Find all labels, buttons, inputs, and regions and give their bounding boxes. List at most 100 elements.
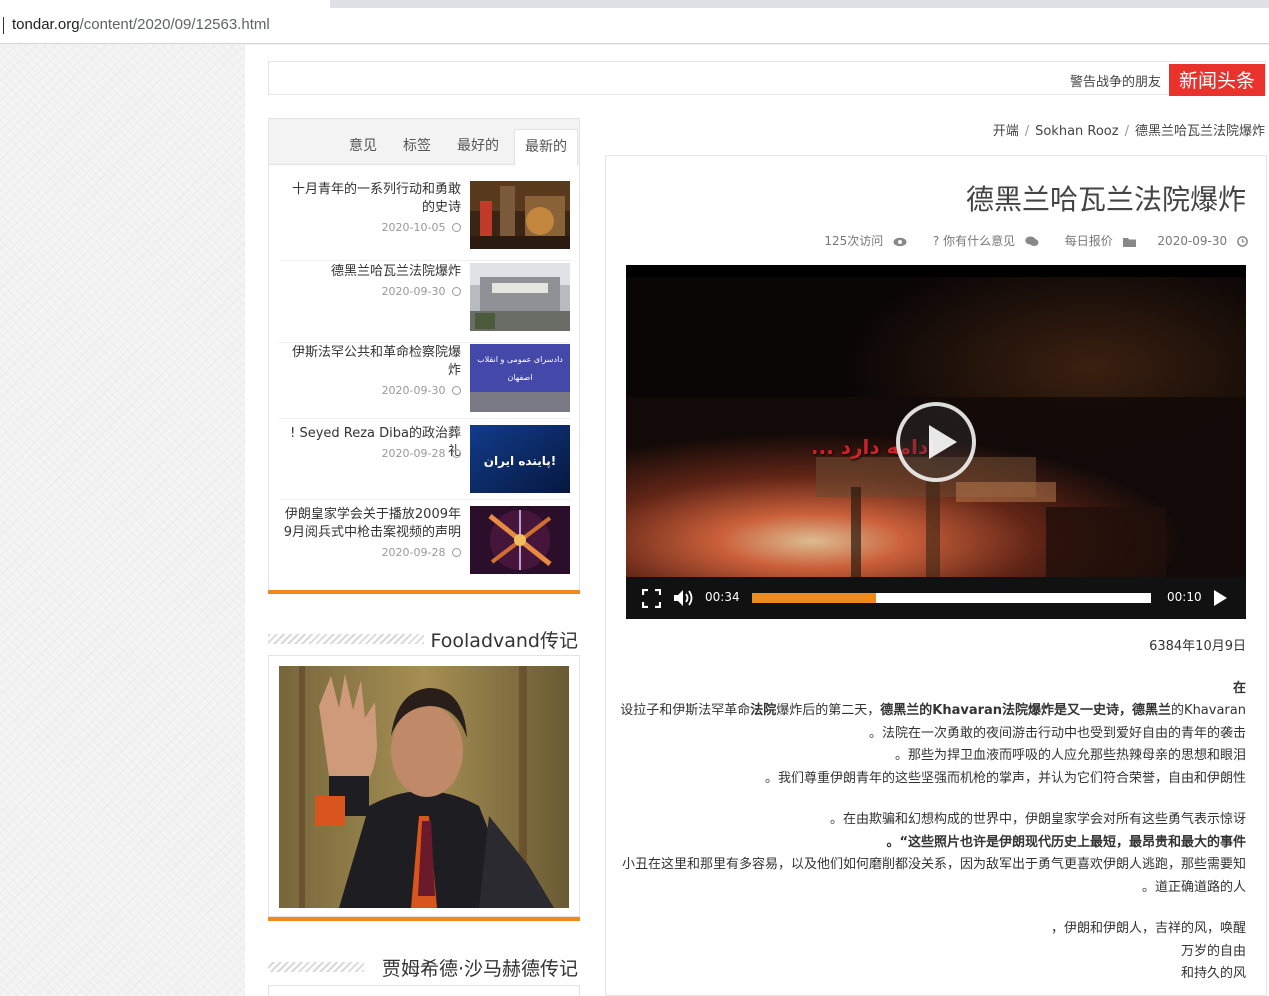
article-date-line: 6384年10月9日 <box>1149 639 1246 654</box>
line6-bold: 这些照片也许是伊朗现代历史上最短，最昂贵和最大的事件“。 <box>886 834 1246 850</box>
news-ticker: 警告战争的朋友 新闻头条 <box>268 61 1266 96</box>
seek-bar[interactable] <box>752 593 1151 603</box>
breadcrumb-home[interactable]: 开端 <box>993 124 1019 139</box>
meta-views: 125次访问 <box>824 234 907 248</box>
breadcrumb-current: 德黑兰哈瓦兰法院爆炸 <box>1134 124 1265 139</box>
list-item[interactable]: 德黑兰哈瓦兰法院爆炸 2020-09-30 <box>279 263 571 343</box>
meta-category[interactable]: 每日报价 <box>1065 234 1136 248</box>
article-line-6: 这些照片也许是伊朗现代历史上最短，最昂贵和最大的事件“。 <box>616 832 1246 855</box>
post-title[interactable]: 伊斯法罕公共和革命检察院爆炸 <box>281 344 461 380</box>
browser-active-tab[interactable] <box>0 0 330 8</box>
fullscreen-icon[interactable] <box>642 589 661 608</box>
p1-part2: 法院 <box>750 703 777 718</box>
sidebar-tabs-widget: 意见 标签 最好的 最新的 十月青年的一系列行动和勇敢的史诗 2020-10-0… <box>268 118 580 594</box>
ticker-item[interactable]: 警告战争的朋友 <box>1070 71 1161 90</box>
post-date-text: 2020-09-30 <box>381 285 446 298</box>
post-date: 2020-09-30 <box>382 285 461 298</box>
post-date-text: 2020-09-28 <box>381 546 446 559</box>
clock-icon <box>1237 236 1248 247</box>
post-date: 2020-09-28 <box>382 546 461 559</box>
article-title: 德黑兰哈瓦兰法院爆炸 <box>965 183 1246 216</box>
post-date: 2020-09-28 <box>382 447 461 460</box>
seek-progress <box>752 593 876 603</box>
thumb-sign-text: دادسرای عمومی و انقلاب <box>477 355 563 364</box>
thumb-sign-text-2: اصفهان <box>507 373 532 382</box>
volume-icon[interactable] <box>673 588 695 608</box>
p1-part3: 爆炸后的第二天， <box>776 703 881 718</box>
article-line-10: 和持久的风 <box>1180 966 1246 981</box>
breadcrumb: 开端 / Sokhan Rooz / 德黑兰哈瓦兰法院爆炸 <box>992 124 1265 139</box>
video-player[interactable]: ادامه دارد ... 00:34 00:10 <box>626 265 1246 619</box>
section-title[interactable]: 贾姆希德·沙马赫德传记 <box>382 954 578 981</box>
post-date-text: 2020-10-05 <box>381 221 446 234</box>
article: 德黑兰哈瓦兰法院爆炸 125次访问 ? 你有什么意见 每日报价 2020-09-… <box>605 155 1267 996</box>
list-item[interactable]: پاینده ایران! ! Seyed Reza Diba的政治葬礼 202… <box>279 425 571 500</box>
heading-stripes <box>268 634 424 644</box>
article-line-9: 万岁的自由 <box>1180 943 1246 959</box>
widget-accent-bar <box>268 590 580 594</box>
post-date-text: 2020-09-30 <box>381 384 446 397</box>
post-title[interactable]: 德黑兰哈瓦兰法院爆炸 <box>281 263 461 281</box>
thumb-title-text: پاینده ایران! <box>484 454 557 468</box>
url-text[interactable]: tondar.org/content/2020/09/12563.html <box>12 16 270 33</box>
tab-comments[interactable]: 意见 <box>339 131 387 164</box>
url-path: /content/2020/09/12563.html <box>79 16 270 33</box>
widget-accent-bar-2 <box>268 917 580 921</box>
lead-word: 在 <box>1232 680 1246 696</box>
folder-icon <box>1122 237 1136 247</box>
article-meta: 125次访问 ? 你有什么意见 每日报价 2020-09-30 <box>802 232 1248 249</box>
meta-date: 2020-09-30 <box>1157 234 1248 248</box>
page-background <box>0 45 245 996</box>
clock-icon <box>452 223 461 232</box>
url-host: tondar.org <box>12 16 80 33</box>
comments-icon <box>1025 236 1039 246</box>
post-thumbnail[interactable]: دادسرای عمومی و انقلاب اصفهان <box>470 344 570 412</box>
article-line-7: 小丑在这里和那里有多容易，以及他们如何磨削都没关系，因为敌军出于勇气更喜欢伊朗人… <box>621 857 1246 895</box>
article-paragraph-1: 设拉子和伊斯法罕革命法院爆炸后的第二天，德黑兰的Khavaran法院爆炸是又一史… <box>616 700 1246 745</box>
section-heading-fooladvand: Fooladvand传记 <box>268 626 580 652</box>
post-thumbnail[interactable] <box>470 263 570 331</box>
post-date: 2020-10-05 <box>382 221 461 234</box>
current-time: 00:34 <box>705 590 740 604</box>
post-date: 2020-09-30 <box>382 384 461 397</box>
tab-latest[interactable]: 最新的 <box>514 129 578 166</box>
meta-views-text: 125次访问 <box>824 234 884 248</box>
article-body: 6384年10月9日 在 设拉子和伊斯法罕革命法院爆炸后的第二天，德黑兰的Kha… <box>616 636 1246 986</box>
play-overlay-button[interactable] <box>896 402 976 482</box>
post-thumbnail[interactable]: پاینده ایران! <box>470 425 570 493</box>
text-caret <box>3 17 4 34</box>
list-item[interactable]: 十月青年的一系列行动和勇敢的史诗 2020-10-05 <box>279 181 571 261</box>
biography-card-2 <box>268 985 580 996</box>
clock-icon <box>452 449 461 458</box>
article-lead: 在 <box>616 678 1246 701</box>
post-date-text: 2020-09-28 <box>381 447 446 460</box>
article-line-3: 那些为捍卫血液而呼吸的人应允那些热辣母亲的思想和眼泪。 <box>894 748 1246 763</box>
p1-part1: 设拉子和伊斯法罕革命 <box>620 703 751 718</box>
clock-icon <box>452 548 461 557</box>
ticker-badge: 新闻头条 <box>1169 64 1265 96</box>
article-line-8: 伊朗和伊朗人，吉祥的风，唤醒， <box>1050 921 1246 936</box>
post-title[interactable]: 伊朗皇家学会关于播放2009年9月阅兵式中枪击案视频的声明 <box>281 506 461 542</box>
tabs-header: 意见 标签 最好的 最新的 <box>269 119 579 166</box>
article-line-4: 我们尊重伊朗青年的这些坚强而机枪的掌声，并认为它们符合荣誉，自由和伊朗性。 <box>764 770 1246 786</box>
meta-comments[interactable]: ? 你有什么意见 <box>933 234 1039 248</box>
tab-popular[interactable]: 最好的 <box>447 131 509 164</box>
list-item[interactable]: دادسرای عمومی و انقلاب اصفهان 伊斯法罕公共和革命检… <box>279 344 571 419</box>
address-bar[interactable]: tondar.org/content/2020/09/12563.html <box>0 8 1269 44</box>
post-title[interactable]: 十月青年的一系列行动和勇敢的史诗 <box>281 181 461 217</box>
post-thumbnail[interactable] <box>470 181 570 249</box>
section-title[interactable]: Fooladvand传记 <box>431 626 578 653</box>
p1-part4: 德黑兰的Khavaran法院爆炸是又一史诗，德黑兰 <box>880 703 1172 718</box>
tab-tags[interactable]: 标签 <box>393 131 441 164</box>
article-line-5: 在由欺骗和幻想构成的世界中，伊朗皇家学会对所有这些勇气表示惊讶。 <box>829 812 1246 827</box>
breadcrumb-category[interactable]: Sokhan Rooz <box>1035 124 1119 139</box>
post-thumbnail[interactable] <box>470 506 570 574</box>
section-heading-sharmahd: 贾姆希德·沙马赫德传记 <box>268 954 580 980</box>
list-item[interactable]: 伊朗皇家学会关于播放2009年9月阅兵式中枪击案视频的声明 2020-09-28 <box>279 506 571 586</box>
meta-date-text: 2020-09-30 <box>1157 234 1228 248</box>
meta-comments-text[interactable]: ? 你有什么意见 <box>933 234 1015 248</box>
biography-photo[interactable] <box>279 666 569 908</box>
play-icon[interactable] <box>1214 590 1227 606</box>
meta-category-text[interactable]: 每日报价 <box>1065 234 1113 248</box>
clock-icon <box>452 287 461 296</box>
